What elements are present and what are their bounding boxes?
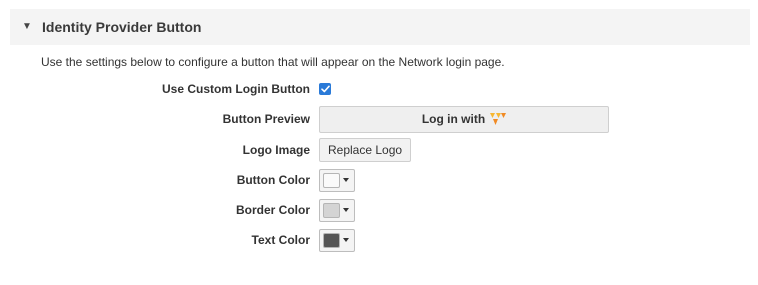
border-color-swatch (323, 202, 340, 218)
use-custom-login-checkbox[interactable] (319, 83, 331, 95)
caret-down-icon: ▼ (22, 21, 32, 32)
replace-logo-button[interactable]: Replace Logo (319, 138, 412, 162)
checkmark-icon (320, 85, 330, 93)
border-color-label: Border Color (235, 203, 310, 217)
login-preview-text: Log in with (421, 112, 486, 126)
button-color-row: Button Color (0, 167, 758, 193)
logo-image-label: Logo Image (242, 143, 310, 157)
text-color-swatch (323, 232, 340, 248)
dropdown-arrow-icon (343, 238, 349, 242)
section-description: Use the settings below to configure a bu… (41, 55, 505, 69)
dropdown-arrow-icon (343, 208, 349, 212)
button-preview-label: Button Preview (222, 112, 310, 126)
button-color-picker[interactable] (319, 168, 355, 192)
provider-logo-icon (490, 112, 507, 126)
text-color-row: Text Color (0, 227, 758, 253)
text-color-picker[interactable] (319, 228, 355, 252)
button-color-swatch (323, 172, 340, 188)
button-preview-row: Button Preview Log in with (0, 105, 758, 133)
dropdown-arrow-icon (343, 178, 349, 182)
border-color-row: Border Color (0, 197, 758, 223)
border-color-picker[interactable] (319, 198, 355, 222)
use-custom-login-label: Use Custom Login Button (162, 82, 310, 96)
use-custom-login-row: Use Custom Login Button (0, 76, 758, 102)
button-color-label: Button Color (236, 173, 310, 187)
login-preview-button[interactable]: Log in with (319, 105, 609, 133)
logo-image-row: Logo Image Replace Logo (0, 137, 758, 163)
section-title: Identity Provider Button (42, 19, 202, 35)
text-color-label: Text Color (251, 233, 310, 247)
section-header-toggle[interactable]: ▼ Identity Provider Button (10, 9, 750, 45)
